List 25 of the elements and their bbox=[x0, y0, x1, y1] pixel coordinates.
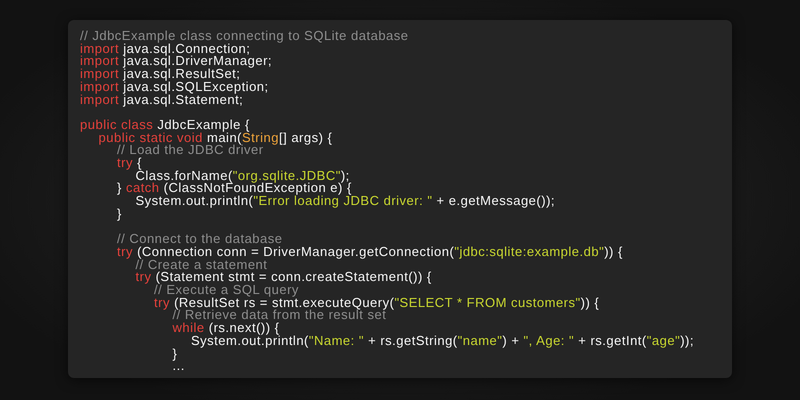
code-line: while (rs.next()) { bbox=[172, 322, 280, 335]
code-line: // Execute a SQL query bbox=[153, 284, 299, 297]
code-line: System.out.println("Error loading JDBC driver: " + e.getMessage()); bbox=[134, 195, 556, 208]
code-line: public class JdbcExample { bbox=[80, 118, 250, 132]
code-line: import java.sql.SQLException; bbox=[80, 80, 269, 94]
code-line: ... bbox=[172, 360, 185, 373]
code-line: try { bbox=[116, 157, 142, 170]
code-line: } catch (ClassNotFoundException e) { bbox=[116, 182, 352, 196]
code-line: try (Statement stmt = conn.createStatement()) { bbox=[134, 271, 432, 284]
code-line: public static void main(String[] args) { bbox=[98, 132, 332, 144]
code-line: import java.sql.ResultSet; bbox=[80, 68, 240, 81]
code-line: // Connect to the database bbox=[116, 233, 282, 246]
code-line: import java.sql.Connection; bbox=[80, 42, 250, 56]
code-line: // Load the JDBC driver bbox=[117, 144, 264, 158]
code-line: // Create a statement bbox=[134, 258, 268, 272]
code-line: } bbox=[116, 208, 122, 221]
code-line: import java.sql.Statement; bbox=[80, 94, 244, 106]
code-line: Class.forName("org.sqlite.JDBC"); bbox=[136, 170, 350, 182]
code-line: import java.sql.DriverManager; bbox=[80, 55, 272, 68]
code-line: } bbox=[172, 348, 178, 360]
code-line: System.out.println("Name: " + rs.getString("name") + ", Age: " + rs.getInt("age")); bbox=[190, 334, 694, 348]
code-line: // Retrieve data from the result set bbox=[172, 309, 386, 322]
code-line: try (Connection conn = DriverManager.getConnection("jdbc:sqlite:example.db")) { bbox=[116, 246, 623, 259]
code-line: try (ResultSet rs = stmt.executeQuery("SELECT * FROM customers")) { bbox=[153, 296, 600, 310]
code-line: // JdbcExample class connecting to SQLite database bbox=[80, 30, 409, 43]
